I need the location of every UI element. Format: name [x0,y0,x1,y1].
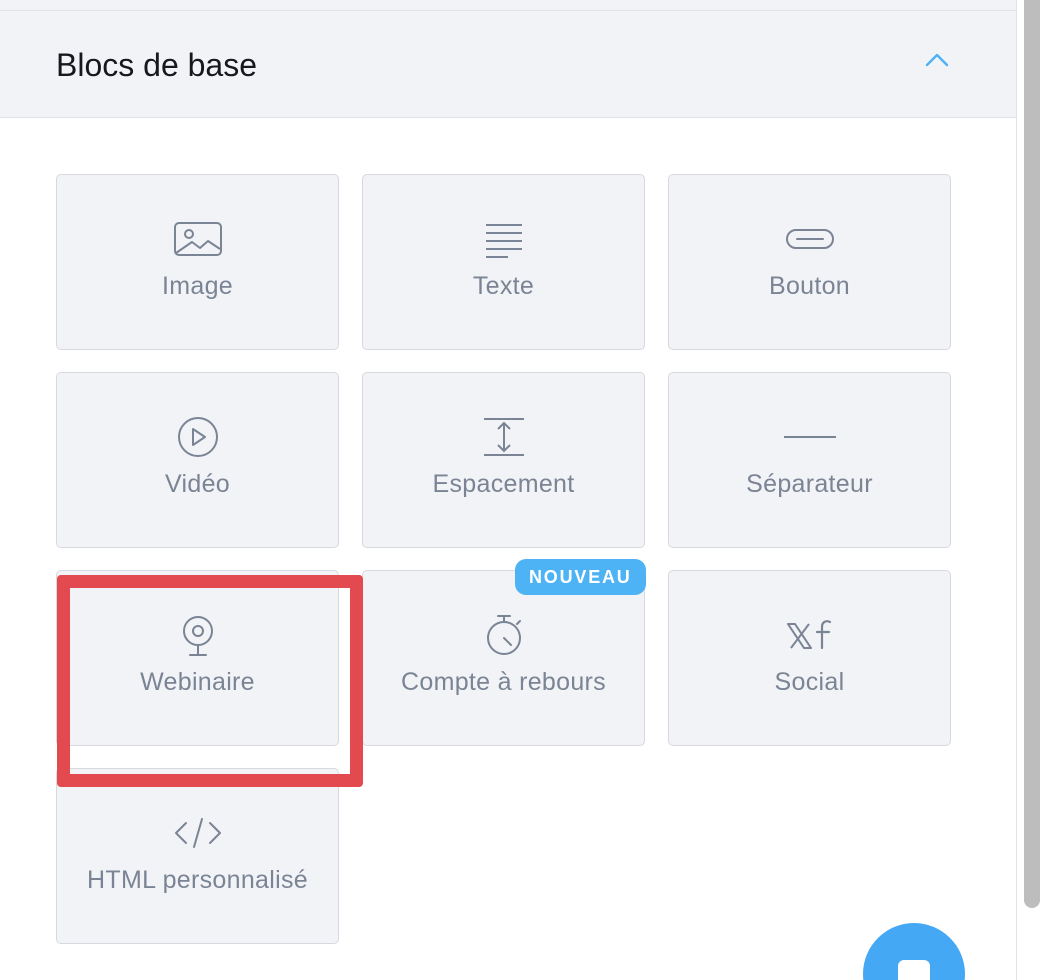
block-label: Social [774,668,845,696]
image-icon [172,217,224,261]
section-header[interactable]: Blocs de base [0,11,1016,118]
block-label: Bouton [768,272,851,300]
block-spacing[interactable]: Espacement [362,372,645,548]
section-title: Blocs de base [56,47,258,83]
block-webinar[interactable]: Webinaire [56,570,339,746]
block-label: Séparateur [746,470,873,498]
scrollbar-thumb[interactable] [1024,0,1040,908]
code-icon [172,811,224,855]
block-custom-html[interactable]: HTML personnalisé [56,768,339,944]
block-label: HTML personnalisé [87,866,308,894]
previous-section-edge [0,0,1016,11]
x-facebook-icon [784,613,836,657]
block-video[interactable]: Vidéo [56,372,339,548]
blocks-panel: Blocs de base Image Texte Bouton Vidéo E… [0,0,1016,980]
blocks-grid: Image Texte Bouton Vidéo Espacement Sépa… [56,174,951,944]
block-label: Compte à rebours [401,668,606,696]
button-icon [784,217,836,261]
text-lines-icon [478,217,530,261]
play-circle-icon [172,415,224,459]
divider-icon [783,415,836,459]
block-countdown[interactable]: NOUVEAU Compte à rebours [362,559,646,746]
block-button[interactable]: Bouton [668,174,951,350]
block-label: Webinaire [140,668,255,696]
block-social[interactable]: Social [668,570,951,746]
block-label: Vidéo [165,470,230,498]
block-label: Image [162,272,233,300]
webcam-icon [172,613,224,657]
chevron-up-icon [925,53,949,67]
new-badge: NOUVEAU [515,559,646,595]
block-label: Texte [472,272,535,300]
block-text[interactable]: Texte [362,174,645,350]
block-label: Espacement [432,470,575,498]
block-image[interactable]: Image [56,174,339,350]
collapse-toggle-button[interactable] [917,43,957,79]
square-icon [898,960,930,980]
stopwatch-icon [478,613,530,657]
spacing-icon [478,415,530,459]
block-divider[interactable]: Séparateur [668,372,951,548]
